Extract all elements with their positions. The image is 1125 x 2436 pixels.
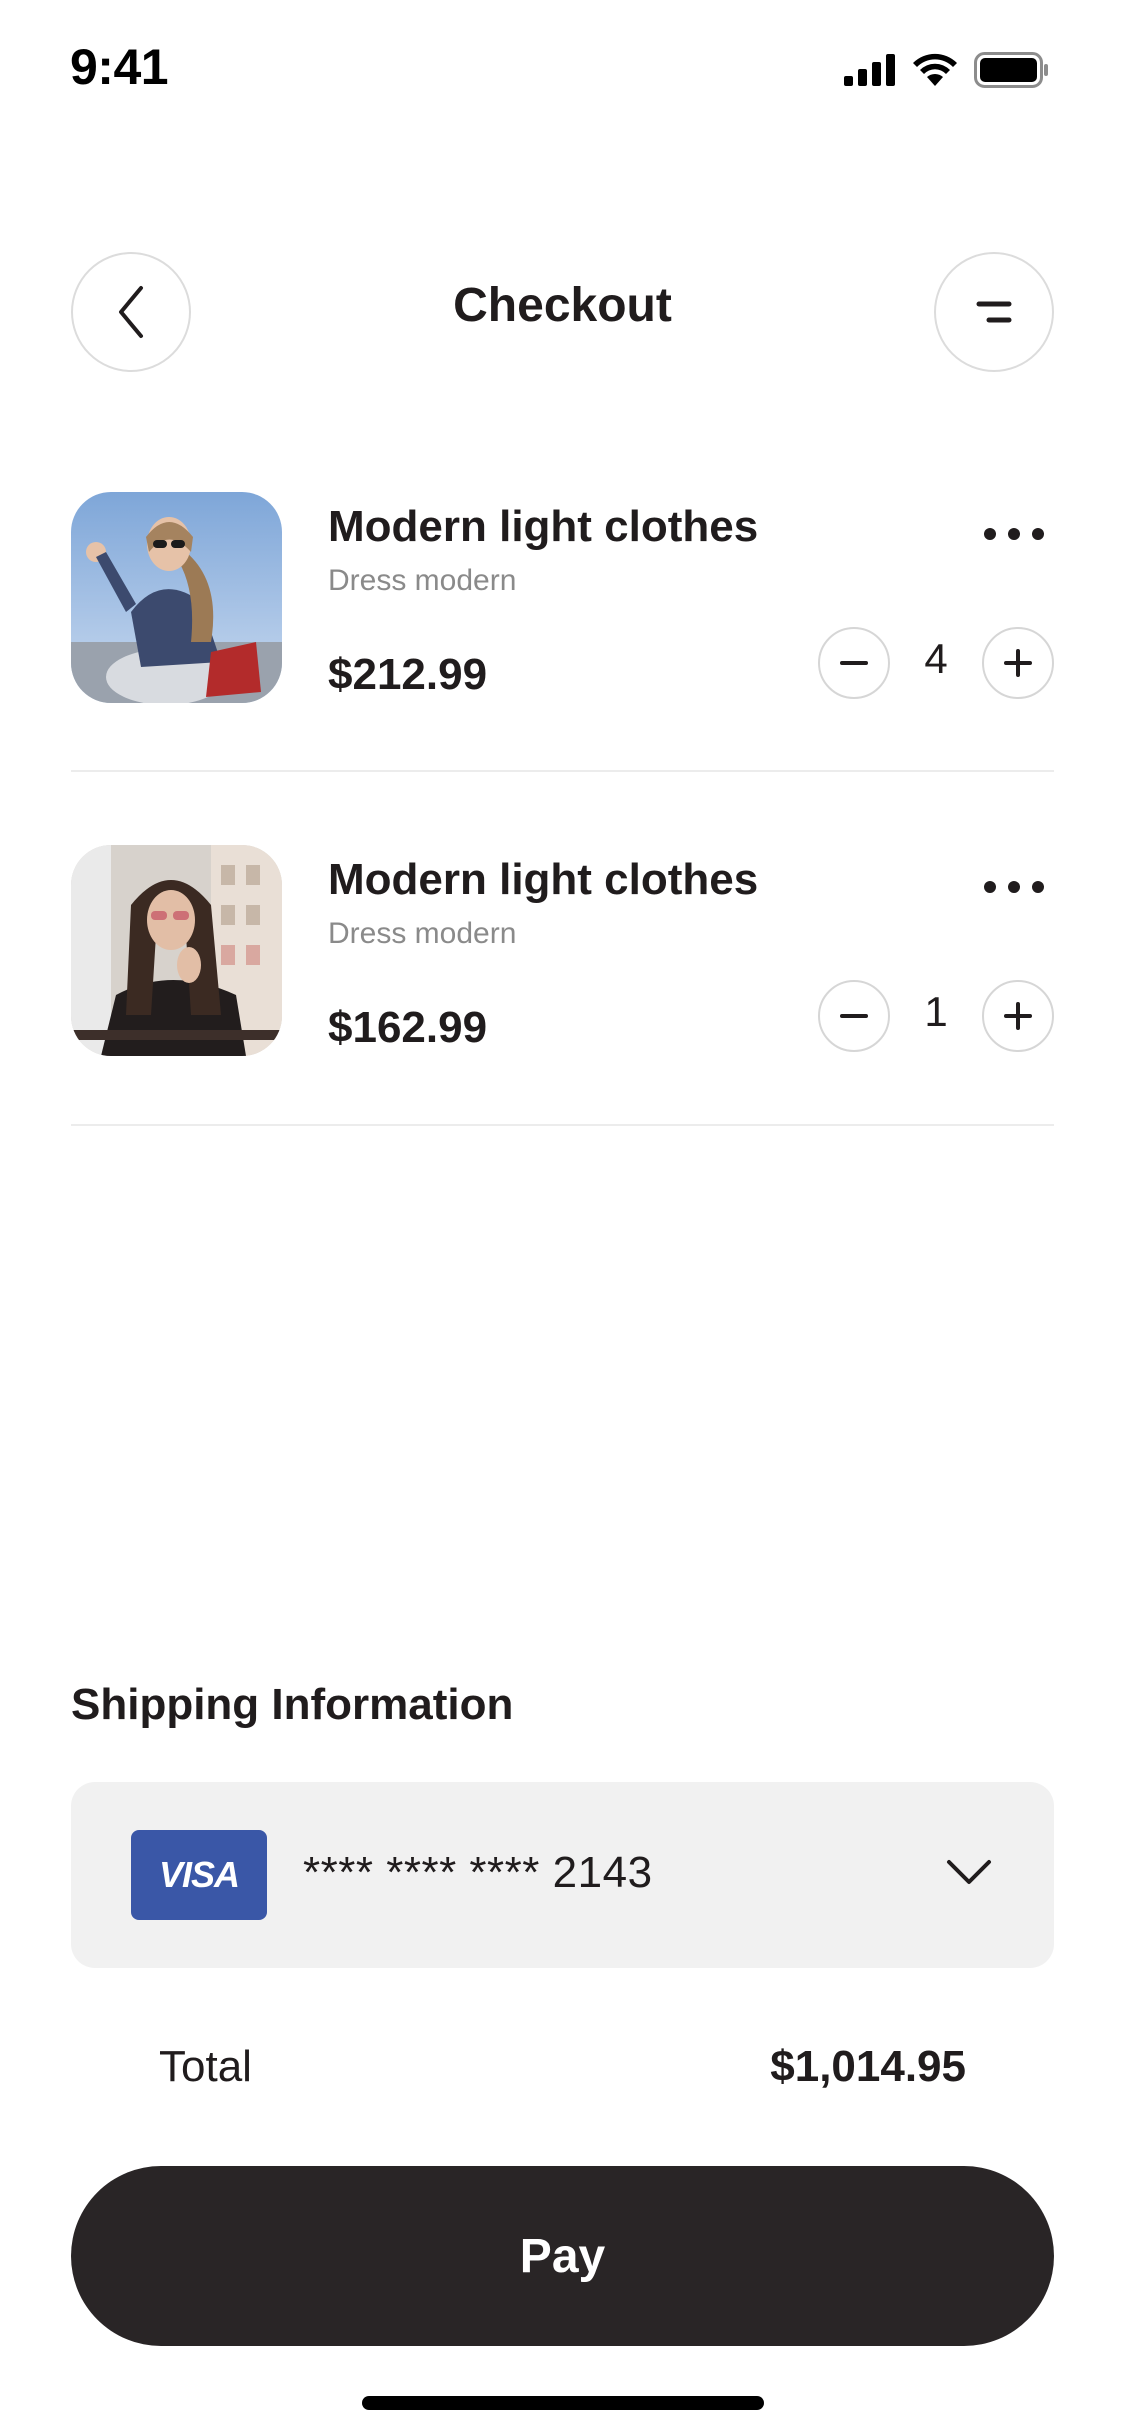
minus-icon xyxy=(840,1014,868,1018)
product-name: Modern light clothes xyxy=(328,502,759,551)
cart-item: Modern light clothes Dress modern $162.9… xyxy=(71,845,1054,1145)
more-dots-icon xyxy=(984,881,996,893)
more-dots-icon xyxy=(984,528,996,540)
plus-icon xyxy=(1004,649,1032,677)
increase-quantity-button[interactable] xyxy=(982,980,1054,1052)
minus-icon xyxy=(840,661,868,665)
total-label: Total xyxy=(159,2042,252,2091)
status-icons xyxy=(844,50,1050,90)
more-options-button[interactable] xyxy=(984,875,1044,899)
checkout-screen: 9:41 Checkout Modern light clothes Dress… xyxy=(0,0,1125,2436)
plus-icon xyxy=(1004,1002,1032,1030)
product-image xyxy=(71,845,282,1056)
battery-icon xyxy=(974,52,1048,88)
product-price: $162.99 xyxy=(328,1003,488,1052)
product-name: Modern light clothes xyxy=(328,855,759,904)
quantity-value: 4 xyxy=(924,635,948,682)
product-image xyxy=(71,492,282,703)
total-value: $1,014.95 xyxy=(770,2042,966,2091)
payment-card-select[interactable]: VISA **** **** **** 2143 xyxy=(71,1782,1054,1968)
quantity-stepper: 1 xyxy=(818,980,1054,1052)
chevron-down-icon xyxy=(947,1860,991,1884)
more-options-button[interactable] xyxy=(984,522,1044,546)
visa-logo: VISA xyxy=(131,1830,267,1920)
increase-quantity-button[interactable] xyxy=(982,627,1054,699)
card-number: **** **** **** 2143 xyxy=(303,1848,653,1897)
wifi-icon xyxy=(913,53,957,86)
product-subtitle: Dress modern xyxy=(328,917,517,950)
decrease-quantity-button[interactable] xyxy=(818,627,890,699)
home-indicator xyxy=(362,2396,764,2410)
status-time: 9:41 xyxy=(70,39,169,95)
shipping-title: Shipping Information xyxy=(71,1680,514,1729)
quantity-stepper: 4 xyxy=(818,627,1054,699)
signal-icon xyxy=(844,54,895,86)
menu-lines-icon xyxy=(976,301,1012,323)
decrease-quantity-button[interactable] xyxy=(818,980,890,1052)
divider xyxy=(71,1124,1054,1126)
product-subtitle: Dress modern xyxy=(328,564,517,597)
quantity-value: 1 xyxy=(924,988,948,1035)
pay-button[interactable]: Pay xyxy=(71,2166,1054,2346)
product-price: $212.99 xyxy=(328,650,488,699)
menu-button[interactable] xyxy=(934,252,1054,372)
cart-item: Modern light clothes Dress modern $212.9… xyxy=(71,492,1054,792)
divider xyxy=(71,770,1054,772)
